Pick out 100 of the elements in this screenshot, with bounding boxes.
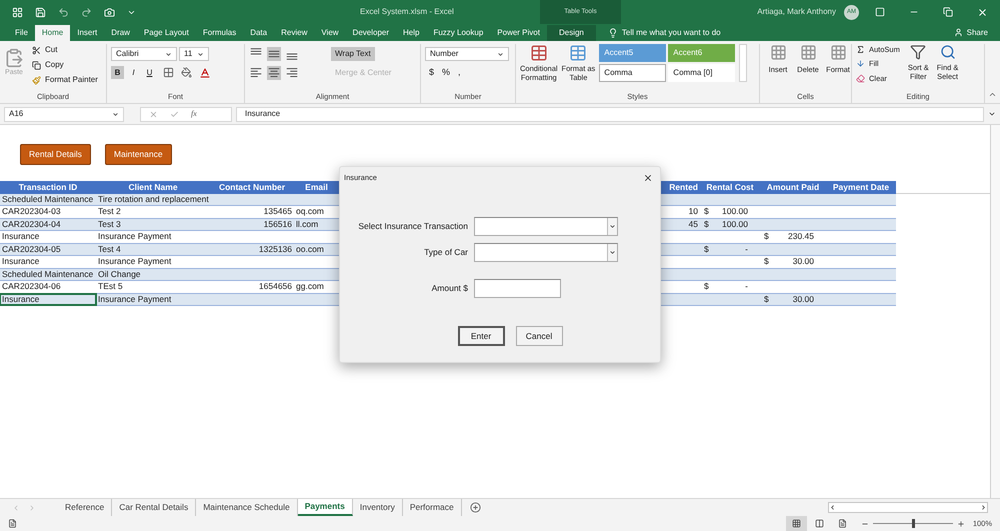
- table-cell[interactable]: Insurance: [0, 231, 96, 242]
- ribbon-tab[interactable]: Draw: [104, 25, 137, 41]
- normal-view-icon[interactable]: [792, 519, 801, 528]
- left-align-icon[interactable]: [249, 66, 263, 80]
- ribbon-tab[interactable]: Review: [274, 25, 314, 41]
- save-icon[interactable]: [35, 6, 46, 18]
- ribbon-tab[interactable]: Design: [546, 25, 596, 41]
- table-cell: 156516: [264, 218, 292, 229]
- ribbon-tab[interactable]: Home: [34, 25, 70, 41]
- ribbon-tab[interactable]: Formulas: [196, 25, 244, 41]
- dropdown-field[interactable]: [474, 243, 618, 262]
- table-cell: Insurance Payment: [98, 231, 172, 242]
- ribbon-display-icon[interactable]: [875, 7, 885, 17]
- close-icon[interactable]: [643, 173, 653, 183]
- number-format-dropdown[interactable]: Number: [425, 47, 509, 61]
- collapse-ribbon-icon[interactable]: [988, 90, 997, 99]
- page-layout-icon[interactable]: [814, 519, 824, 528]
- table-cell[interactable]: Scheduled Maintenance: [0, 268, 96, 280]
- ribbon-tab[interactable]: View: [314, 25, 346, 41]
- currency-button[interactable]: $: [429, 66, 434, 80]
- scroll-right-icon[interactable]: [980, 504, 987, 511]
- table-cell-text: -: [745, 280, 749, 294]
- borders-icon[interactable]: [163, 67, 174, 78]
- dialog-button[interactable]: Cancel: [516, 326, 562, 346]
- expand-formula-icon[interactable]: [988, 110, 996, 118]
- field-label: Amount $: [430, 282, 469, 295]
- ribbon-tab[interactable]: Data: [243, 25, 274, 41]
- copy-button[interactable]: Copy: [32, 59, 98, 71]
- caret-icon: [609, 249, 616, 256]
- table-cell[interactable]: Insurance: [0, 256, 96, 268]
- table-cell: Insurance Payment: [98, 294, 172, 304]
- cell-style-swatch[interactable]: Comma: [599, 64, 666, 82]
- font-size-dropdown[interactable]: 11: [179, 47, 209, 61]
- macro-button[interactable]: Rental Details: [20, 144, 91, 165]
- table-cell[interactable]: Scheduled Maintenance: [0, 194, 96, 205]
- insert-function-button[interactable]: fx: [191, 108, 197, 120]
- format-painter-button[interactable]: Format Painter: [32, 74, 98, 86]
- wrap-text-button[interactable]: Wrap Text: [331, 47, 375, 61]
- scroll-left-icon[interactable]: [829, 504, 836, 511]
- formula-field[interactable]: Insurance: [236, 106, 984, 122]
- fill-color-icon[interactable]: [181, 67, 192, 78]
- add-sheet-icon[interactable]: [470, 502, 481, 513]
- ribbon-tab[interactable]: Power Pivot: [490, 25, 547, 41]
- page-break-icon[interactable]: [838, 519, 847, 528]
- table-cell[interactable]: CAR202304-06: [0, 281, 96, 292]
- restore-icon[interactable]: [943, 7, 953, 17]
- share-button[interactable]: Share: [966, 26, 988, 38]
- undo-icon[interactable]: [58, 6, 69, 18]
- table-cell[interactable]: CAR202304-05: [0, 244, 96, 255]
- bold-button[interactable]: B: [111, 66, 124, 79]
- camera-icon[interactable]: [104, 6, 115, 18]
- table-cell[interactable]: Insurance: [0, 294, 96, 305]
- eraser-icon: [856, 74, 865, 83]
- ribbon-tab[interactable]: Insert: [70, 25, 104, 41]
- vertical-scrollbar[interactable]: [990, 125, 1000, 498]
- sigma-icon: [856, 45, 865, 54]
- horizontal-scrollbar[interactable]: [828, 502, 988, 513]
- tell-me-field[interactable]: Tell me what you want to do: [622, 26, 721, 38]
- grid-icon: [830, 44, 846, 61]
- comma-button[interactable]: ,: [458, 66, 461, 80]
- underline-button[interactable]: U: [143, 66, 156, 79]
- italic-button[interactable]: I: [127, 66, 140, 79]
- table-cell: 10: [688, 206, 698, 216]
- zoom-slider-thumb[interactable]: [912, 519, 915, 528]
- table-cell[interactable]: CAR202304-03: [0, 206, 96, 218]
- ribbon-tab[interactable]: Fuzzy Lookup: [426, 25, 490, 41]
- column-header: Email: [305, 180, 328, 194]
- dropdown-field[interactable]: [474, 217, 618, 236]
- scissors-icon: [32, 46, 41, 54]
- table-cell: Insurance Payment: [98, 256, 172, 266]
- table-cell-text: 230.45: [788, 230, 815, 244]
- ribbon-tab[interactable]: Page Layout: [136, 25, 196, 41]
- table-icon: [530, 44, 548, 62]
- name-box[interactable]: A16: [4, 106, 124, 122]
- redo-icon[interactable]: [81, 6, 92, 18]
- table-cell: Tire rotation and replacement: [98, 194, 209, 204]
- ribbon-tab[interactable]: Help: [396, 25, 426, 41]
- font-color-icon[interactable]: [199, 66, 211, 78]
- macro-button[interactable]: Maintenance: [104, 144, 172, 165]
- caret-icon: [112, 110, 119, 118]
- table-cell[interactable]: CAR202304-04: [0, 218, 96, 230]
- right-align-icon[interactable]: [285, 66, 299, 80]
- amount-field[interactable]: [474, 279, 561, 298]
- zoom-in-icon[interactable]: [956, 520, 965, 528]
- ribbon-tab[interactable]: Developer: [346, 25, 396, 41]
- percent-button[interactable]: %: [442, 66, 450, 80]
- clipboard-icon: [4, 48, 24, 68]
- cut-button[interactable]: Cut: [32, 44, 98, 56]
- center-align-icon[interactable]: [267, 66, 281, 80]
- sheet-tab[interactable]: Payments: [298, 499, 353, 516]
- caret-icon: [497, 50, 504, 58]
- app-grid-icon[interactable]: [12, 6, 23, 18]
- grid-icon: [800, 44, 816, 61]
- paintbrush-icon: [32, 76, 41, 84]
- table-cell: TEst 5: [98, 281, 123, 292]
- dialog-button[interactable]: Enter: [458, 326, 504, 346]
- cell-style-swatch[interactable]: Comma [0]: [668, 64, 736, 82]
- ribbon-tab[interactable]: File: [8, 25, 35, 41]
- font-name-dropdown[interactable]: Calibri: [111, 47, 177, 61]
- currency-symbol: $: [764, 292, 769, 306]
